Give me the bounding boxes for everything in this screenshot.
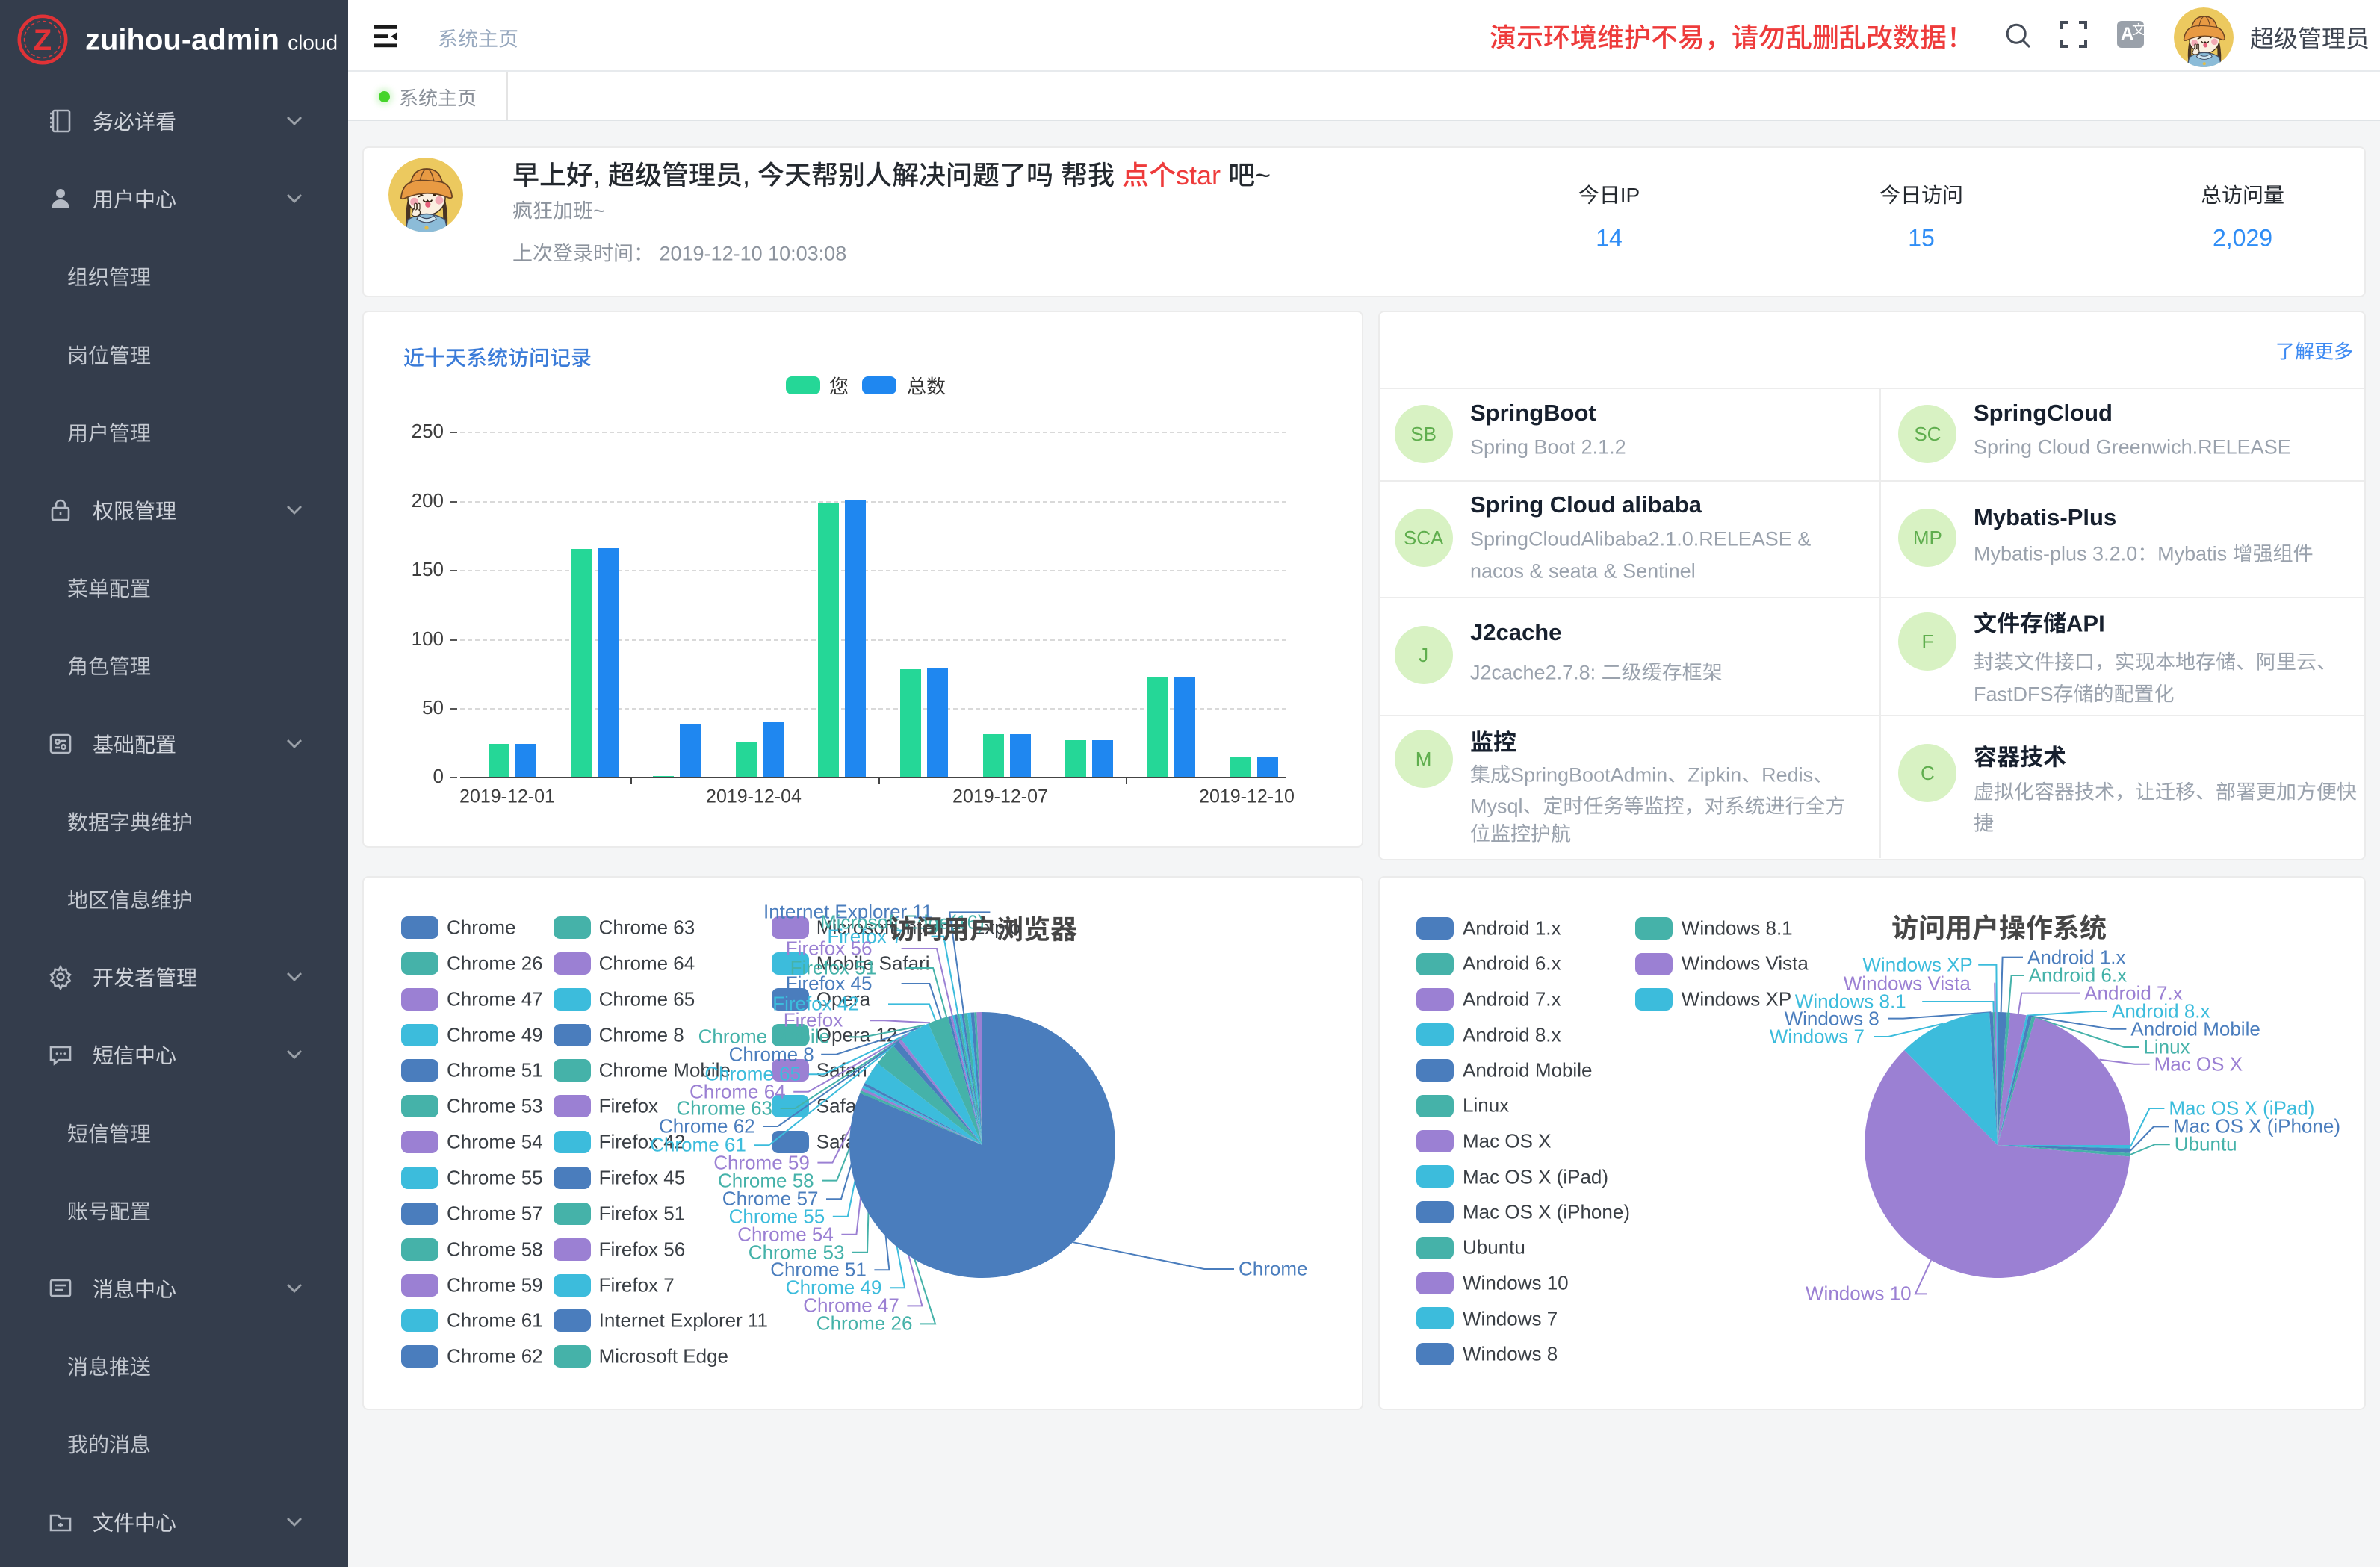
- svg-text:Z: Z: [34, 24, 52, 57]
